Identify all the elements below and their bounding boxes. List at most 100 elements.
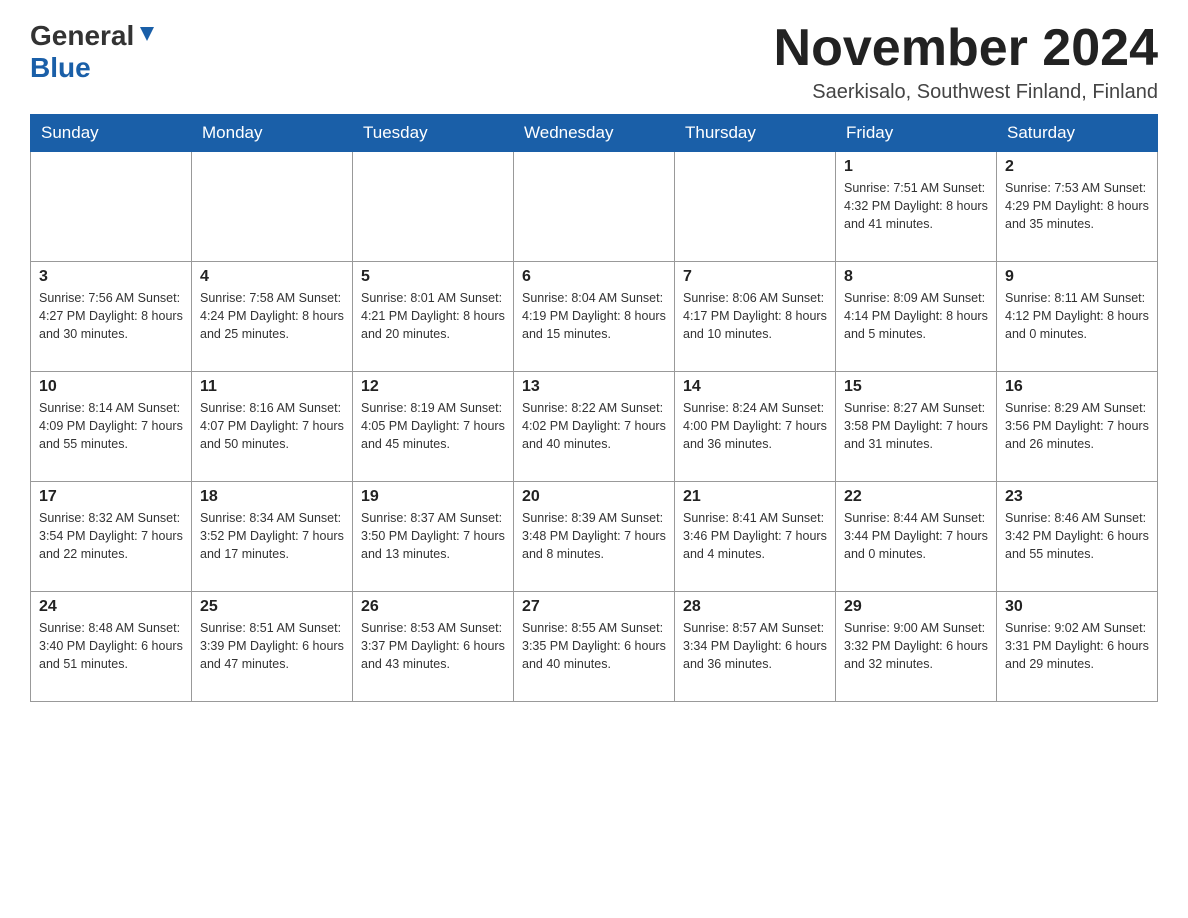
calendar-cell: 22Sunrise: 8:44 AM Sunset: 3:44 PM Dayli… [836, 482, 997, 592]
day-number: 23 [1005, 488, 1149, 506]
calendar-cell: 4 Sunrise: 7:58 AM Sunset: 4:24 PM Daylig… [192, 262, 353, 372]
weekday-header-wednesday: Wednesday [514, 115, 675, 152]
day-info: Sunrise: 8:37 AM Sunset: 3:50 PM Dayligh… [361, 509, 505, 563]
day-info: Sunrise: 8:46 AM Sunset: 3:42 PM Dayligh… [1005, 509, 1149, 563]
day-info: Sunrise: 8:24 AM Sunset: 4:00 PM Dayligh… [683, 399, 827, 453]
calendar-cell: 11Sunrise: 8:16 AM Sunset: 4:07 PM Dayli… [192, 372, 353, 482]
calendar-cell: 5 Sunrise: 8:01 AM Sunset: 4:21 PM Daylig… [353, 262, 514, 372]
day-number: 17 [39, 488, 183, 506]
weekday-header-monday: Monday [192, 115, 353, 152]
weekday-header-friday: Friday [836, 115, 997, 152]
day-number: 14 [683, 378, 827, 396]
day-info: Sunrise: 8:19 AM Sunset: 4:05 PM Dayligh… [361, 399, 505, 453]
day-info: Sunrise: 8:32 AM Sunset: 3:54 PM Dayligh… [39, 509, 183, 563]
day-number: 6 [522, 268, 666, 286]
day-number: 19 [361, 488, 505, 506]
calendar-cell: 20 Sunrise: 8:39 AM Sunset: 3:48 PM Dayli… [514, 482, 675, 592]
calendar-cell: 6 Sunrise: 8:04 AM Sunset: 4:19 PM Daylig… [514, 262, 675, 372]
day-number: 10 [39, 378, 183, 396]
day-info: Sunrise: 8:57 AM Sunset: 3:34 PM Dayligh… [683, 619, 827, 673]
day-info: Sunrise: 8:04 AM Sunset: 4:19 PM Dayligh… [522, 289, 666, 343]
weekday-header-saturday: Saturday [997, 115, 1158, 152]
calendar-cell: 10Sunrise: 8:14 AM Sunset: 4:09 PM Dayli… [31, 372, 192, 482]
logo-blue-text: Blue [30, 52, 91, 84]
calendar-cell: 26 Sunrise: 8:53 AM Sunset: 3:37 PM Dayli… [353, 592, 514, 702]
calendar-cell: 19 Sunrise: 8:37 AM Sunset: 3:50 PM Dayli… [353, 482, 514, 592]
page-header: General Blue November 2024 Saerkisalo, S… [30, 20, 1158, 104]
day-number: 7 [683, 268, 827, 286]
day-number: 3 [39, 268, 183, 286]
calendar-cell: 1Sunrise: 7:51 AM Sunset: 4:32 PM Daylig… [836, 152, 997, 262]
calendar-cell: 28 Sunrise: 8:57 AM Sunset: 3:34 PM Dayli… [675, 592, 836, 702]
day-number: 1 [844, 158, 988, 176]
day-info: Sunrise: 8:48 AM Sunset: 3:40 PM Dayligh… [39, 619, 183, 673]
day-number: 5 [361, 268, 505, 286]
month-title: November 2024 [774, 20, 1158, 77]
weekday-header-row: SundayMondayTuesdayWednesdayThursdayFrid… [31, 115, 1158, 152]
calendar-cell: 30Sunrise: 9:02 AM Sunset: 3:31 PM Dayli… [997, 592, 1158, 702]
weekday-header-thursday: Thursday [675, 115, 836, 152]
logo-triangle-icon [136, 23, 158, 45]
calendar-cell: 14 Sunrise: 8:24 AM Sunset: 4:00 PM Dayli… [675, 372, 836, 482]
day-number: 28 [683, 598, 827, 616]
calendar-cell: 16 Sunrise: 8:29 AM Sunset: 3:56 PM Dayli… [997, 372, 1158, 482]
calendar-cell: 3 Sunrise: 7:56 AM Sunset: 4:27 PM Daylig… [31, 262, 192, 372]
calendar-cell: 2Sunrise: 7:53 AM Sunset: 4:29 PM Daylig… [997, 152, 1158, 262]
week-row-3: 10Sunrise: 8:14 AM Sunset: 4:09 PM Dayli… [31, 372, 1158, 482]
calendar-cell: 12Sunrise: 8:19 AM Sunset: 4:05 PM Dayli… [353, 372, 514, 482]
day-info: Sunrise: 8:22 AM Sunset: 4:02 PM Dayligh… [522, 399, 666, 453]
calendar-cell: 25 Sunrise: 8:51 AM Sunset: 3:39 PM Dayli… [192, 592, 353, 702]
day-info: Sunrise: 8:01 AM Sunset: 4:21 PM Dayligh… [361, 289, 505, 343]
day-number: 26 [361, 598, 505, 616]
calendar-cell [353, 152, 514, 262]
logo-general-text: General [30, 20, 134, 52]
weekday-header-tuesday: Tuesday [353, 115, 514, 152]
calendar-cell [675, 152, 836, 262]
weekday-header-sunday: Sunday [31, 115, 192, 152]
day-info: Sunrise: 8:55 AM Sunset: 3:35 PM Dayligh… [522, 619, 666, 673]
calendar-cell: 24 Sunrise: 8:48 AM Sunset: 3:40 PM Dayli… [31, 592, 192, 702]
week-row-2: 3 Sunrise: 7:56 AM Sunset: 4:27 PM Daylig… [31, 262, 1158, 372]
calendar-cell: 13 Sunrise: 8:22 AM Sunset: 4:02 PM Dayli… [514, 372, 675, 482]
day-number: 9 [1005, 268, 1149, 286]
day-number: 8 [844, 268, 988, 286]
day-info: Sunrise: 8:06 AM Sunset: 4:17 PM Dayligh… [683, 289, 827, 343]
day-info: Sunrise: 8:51 AM Sunset: 3:39 PM Dayligh… [200, 619, 344, 673]
calendar-cell: 9Sunrise: 8:11 AM Sunset: 4:12 PM Daylig… [997, 262, 1158, 372]
day-info: Sunrise: 8:41 AM Sunset: 3:46 PM Dayligh… [683, 509, 827, 563]
calendar-cell: 8Sunrise: 8:09 AM Sunset: 4:14 PM Daylig… [836, 262, 997, 372]
day-info: Sunrise: 9:00 AM Sunset: 3:32 PM Dayligh… [844, 619, 988, 673]
calendar-cell: 23 Sunrise: 8:46 AM Sunset: 3:42 PM Dayli… [997, 482, 1158, 592]
calendar-cell: 21Sunrise: 8:41 AM Sunset: 3:46 PM Dayli… [675, 482, 836, 592]
day-number: 13 [522, 378, 666, 396]
day-number: 15 [844, 378, 988, 396]
week-row-5: 24 Sunrise: 8:48 AM Sunset: 3:40 PM Dayli… [31, 592, 1158, 702]
day-info: Sunrise: 8:44 AM Sunset: 3:44 PM Dayligh… [844, 509, 988, 563]
day-info: Sunrise: 9:02 AM Sunset: 3:31 PM Dayligh… [1005, 619, 1149, 673]
day-number: 2 [1005, 158, 1149, 176]
calendar-table: SundayMondayTuesdayWednesdayThursdayFrid… [30, 114, 1158, 702]
day-number: 16 [1005, 378, 1149, 396]
day-number: 20 [522, 488, 666, 506]
day-info: Sunrise: 8:29 AM Sunset: 3:56 PM Dayligh… [1005, 399, 1149, 453]
week-row-4: 17 Sunrise: 8:32 AM Sunset: 3:54 PM Dayli… [31, 482, 1158, 592]
calendar-cell: 7 Sunrise: 8:06 AM Sunset: 4:17 PM Daylig… [675, 262, 836, 372]
calendar-cell: 17 Sunrise: 8:32 AM Sunset: 3:54 PM Dayli… [31, 482, 192, 592]
day-info: Sunrise: 8:27 AM Sunset: 3:58 PM Dayligh… [844, 399, 988, 453]
day-number: 29 [844, 598, 988, 616]
day-number: 4 [200, 268, 344, 286]
calendar-cell: 27Sunrise: 8:55 AM Sunset: 3:35 PM Dayli… [514, 592, 675, 702]
logo: General Blue [30, 20, 158, 84]
day-number: 24 [39, 598, 183, 616]
day-number: 18 [200, 488, 344, 506]
calendar-cell: 29 Sunrise: 9:00 AM Sunset: 3:32 PM Dayli… [836, 592, 997, 702]
week-row-1: 1Sunrise: 7:51 AM Sunset: 4:32 PM Daylig… [31, 152, 1158, 262]
calendar-cell [514, 152, 675, 262]
day-number: 11 [200, 378, 344, 396]
day-info: Sunrise: 7:58 AM Sunset: 4:24 PM Dayligh… [200, 289, 344, 343]
day-info: Sunrise: 8:39 AM Sunset: 3:48 PM Dayligh… [522, 509, 666, 563]
day-info: Sunrise: 8:53 AM Sunset: 3:37 PM Dayligh… [361, 619, 505, 673]
calendar-cell: 15 Sunrise: 8:27 AM Sunset: 3:58 PM Dayli… [836, 372, 997, 482]
day-number: 25 [200, 598, 344, 616]
day-info: Sunrise: 7:56 AM Sunset: 4:27 PM Dayligh… [39, 289, 183, 343]
